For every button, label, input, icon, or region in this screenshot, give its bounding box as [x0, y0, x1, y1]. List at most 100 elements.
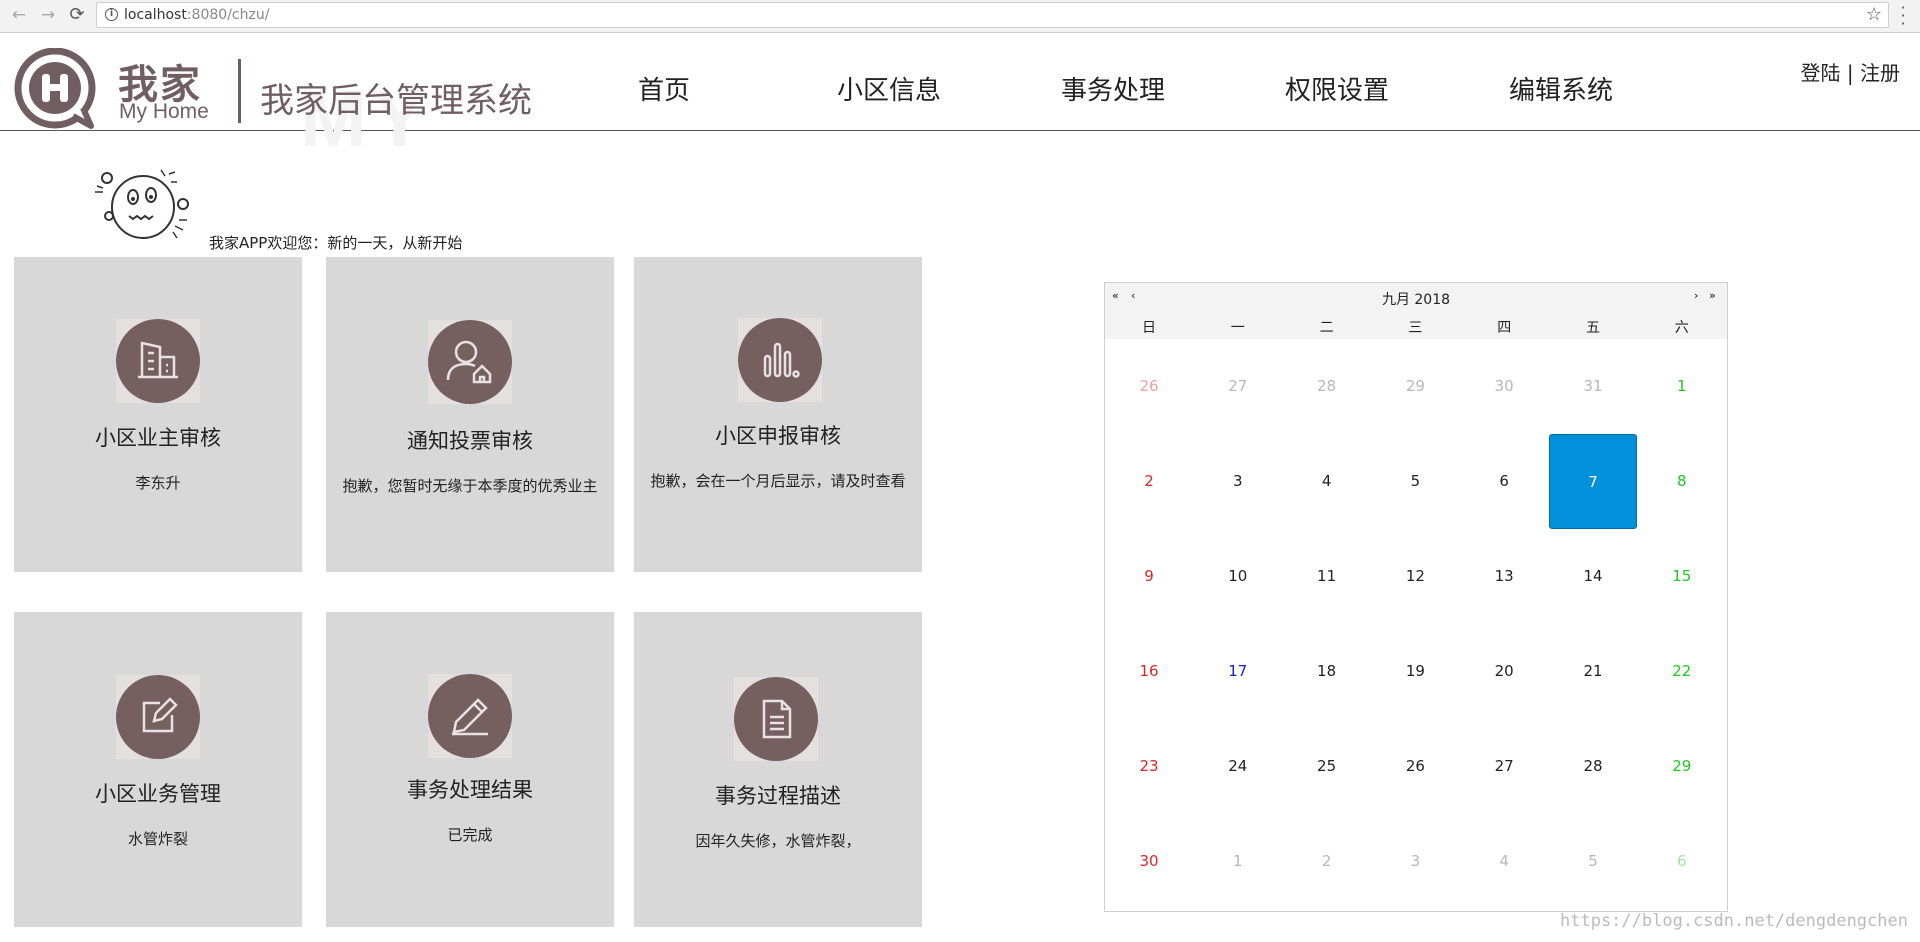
next-year-button[interactable]: » [1709, 289, 1716, 303]
card-title: 小区业务管理 [95, 782, 221, 806]
card-desc: 因年久失修，水管炸裂， [695, 832, 861, 850]
calendar-day[interactable]: 1 [1638, 339, 1726, 434]
weekday-label: 三 [1408, 320, 1423, 336]
calendar-day[interactable]: 27 [1460, 719, 1548, 814]
edit-icon [116, 675, 200, 759]
card-vote-review[interactable]: 通知投票审核 抱歉，您暂时无缘于本季度的优秀业主 [326, 257, 614, 572]
weekday-label: 四 [1497, 320, 1512, 336]
calendar-day[interactable]: 15 [1638, 529, 1726, 624]
nav-community-info[interactable]: 小区信息 [837, 70, 941, 107]
card-process-desc[interactable]: 事务过程描述 因年久失修，水管炸裂， [634, 612, 922, 927]
url-path: :8080/chzu/ [186, 7, 270, 23]
calendar-day[interactable]: 29 [1638, 719, 1726, 814]
card-owner-review[interactable]: 小区业主审核 李东升 [14, 257, 302, 572]
nav-affairs[interactable]: 事务处理 [1061, 70, 1165, 107]
bar-chart-icon [738, 318, 822, 402]
card-declaration-review[interactable]: 小区申报审核 抱歉，会在一个月后显示，请及时查看 [634, 257, 922, 572]
card-title: 事务过程描述 [715, 784, 841, 808]
weekday-label: 日 [1142, 320, 1156, 336]
bookmark-star-icon[interactable]: ☆ [1866, 4, 1882, 25]
forward-button[interactable]: → [37, 3, 59, 27]
calendar-day[interactable]: 3 [1194, 434, 1282, 529]
calendar-day[interactable]: 27 [1194, 339, 1282, 434]
site-title: 我家后台管理系统 [260, 81, 532, 121]
logo-icon [14, 48, 96, 129]
address-bar[interactable]: i localhost:8080/chzu/ ☆ [96, 2, 1889, 28]
next-month-button[interactable]: › [1694, 289, 1698, 303]
calendar-day[interactable]: 13 [1460, 529, 1548, 624]
calendar-day[interactable]: 4 [1460, 814, 1548, 909]
weekday-label: 六 [1674, 320, 1689, 336]
calendar-day[interactable]: 2 [1283, 814, 1371, 909]
calendar-day[interactable]: 6 [1638, 814, 1726, 909]
calendar-day[interactable]: 29 [1371, 339, 1459, 434]
calendar-day[interactable]: 28 [1283, 339, 1371, 434]
calendar-day[interactable]: 4 [1283, 434, 1371, 529]
weekday-label: 五 [1586, 320, 1600, 336]
calendar-day[interactable]: 24 [1194, 719, 1282, 814]
calendar-day[interactable]: 17 [1194, 624, 1282, 719]
logo-text-en: My Home [119, 100, 209, 123]
calendar-day[interactable]: 23 [1105, 719, 1193, 814]
calendar-weekdays: 日一二三四五六 [1105, 311, 1727, 339]
card-desc: 抱歉，会在一个月后显示，请及时查看 [650, 472, 906, 490]
calendar-day[interactable]: 16 [1105, 624, 1193, 719]
calendar-day-selected[interactable]: 7 [1549, 434, 1637, 529]
site-header: 我家 My Home MY 我家后台管理系统 首页 小区信息 事务处理 权限设置… [0, 33, 1920, 163]
calendar-day[interactable]: 26 [1105, 339, 1193, 434]
nav-permissions[interactable]: 权限设置 [1285, 70, 1389, 107]
calendar-day[interactable]: 11 [1283, 529, 1371, 624]
calendar-day[interactable]: 30 [1105, 814, 1193, 909]
calendar-day[interactable]: 6 [1460, 434, 1548, 529]
calendar-day[interactable]: 31 [1549, 339, 1637, 434]
register-link[interactable]: 注册 [1860, 61, 1900, 85]
url-host: localhost [124, 7, 187, 23]
pencil-icon [428, 674, 512, 758]
weekday-label: 二 [1319, 320, 1334, 336]
calendar-day[interactable]: 26 [1371, 719, 1459, 814]
card-desc: 抱歉，您暂时无缘于本季度的优秀业主 [342, 477, 598, 495]
calendar-day[interactable]: 9 [1105, 529, 1193, 624]
calendar-day[interactable]: 18 [1283, 624, 1371, 719]
calendar-day[interactable]: 1 [1194, 814, 1282, 909]
login-link[interactable]: 登陆 [1801, 61, 1841, 85]
calendar-day[interactable]: 12 [1371, 529, 1459, 624]
calendar-day[interactable]: 10 [1194, 529, 1282, 624]
browser-menu-button[interactable]: · · · [1900, 0, 1906, 32]
doodle-face-icon [95, 169, 189, 239]
logo-divider [238, 59, 241, 123]
calendar-day[interactable]: 25 [1283, 719, 1371, 814]
calendar-day[interactable]: 21 [1549, 624, 1637, 719]
reload-button[interactable]: ⟳ [66, 3, 88, 27]
calendar-day[interactable]: 22 [1638, 624, 1726, 719]
card-title: 事务处理结果 [407, 778, 533, 802]
card-title: 小区申报审核 [715, 424, 841, 448]
calendar-day[interactable]: 14 [1549, 529, 1637, 624]
back-button[interactable]: ← [8, 3, 30, 27]
weekday-label: 一 [1230, 320, 1245, 336]
card-business-mgmt[interactable]: 小区业务管理 水管炸裂 [14, 612, 302, 927]
document-icon [734, 677, 818, 761]
calendar-day[interactable]: 2 [1105, 434, 1193, 529]
address-url[interactable]: localhost:8080/chzu/ [124, 7, 269, 23]
calendar-day[interactable]: 3 [1371, 814, 1459, 909]
calendar-day[interactable]: 5 [1371, 434, 1459, 529]
nav-home[interactable]: 首页 [638, 70, 690, 107]
user-home-icon [428, 320, 512, 404]
calendar-day[interactable]: 28 [1549, 719, 1637, 814]
card-desc: 水管炸裂 [127, 830, 188, 848]
calendar-day[interactable]: 20 [1460, 624, 1548, 719]
calendar-day[interactable]: 5 [1549, 814, 1637, 909]
calendar-day[interactable]: 19 [1371, 624, 1459, 719]
calendar-day[interactable]: 30 [1460, 339, 1548, 434]
calendar-header: « ‹ 九月 2018 › » [1105, 283, 1727, 311]
nav-edit-system[interactable]: 编辑系统 [1509, 70, 1613, 107]
info-icon[interactable]: i [105, 8, 118, 21]
card-title: 通知投票审核 [407, 429, 533, 453]
auth-separator: | [1846, 61, 1854, 85]
card-affair-result[interactable]: 事务处理结果 已完成 [326, 612, 614, 927]
footer-watermark: https://blog.csdn.net/dengdengchen [1560, 911, 1908, 931]
building-icon [116, 319, 200, 403]
calendar: « ‹ 九月 2018 › » 日一二三四五六 26 27 28 29 30 31 1 2 3 4… [1104, 282, 1728, 912]
calendar-day[interactable]: 8 [1638, 434, 1726, 529]
